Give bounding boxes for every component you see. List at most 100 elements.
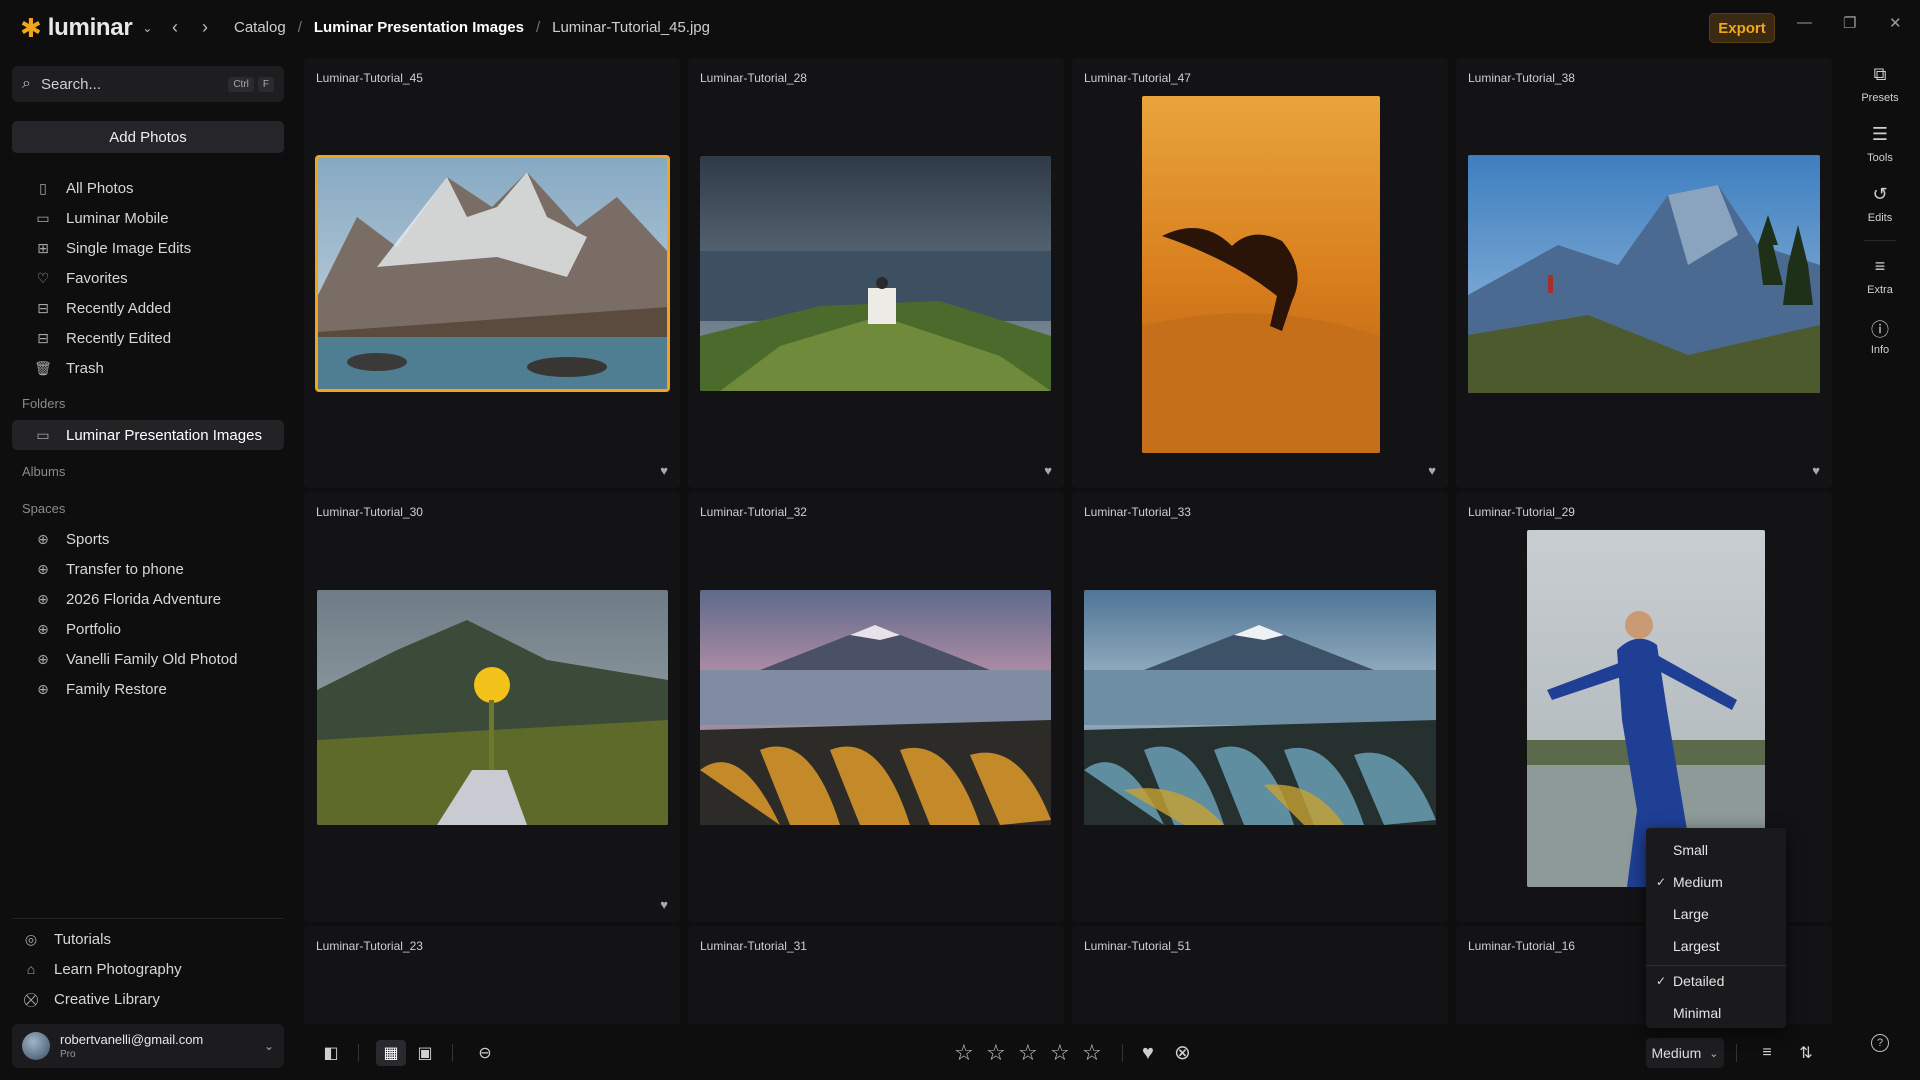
breadcrumb-file[interactable]: Luminar-Tutorial_45.jpg <box>552 19 710 36</box>
sidebar-item-family-restore[interactable]: ⊕ Family Restore <box>12 674 284 704</box>
menu-item-detailed[interactable]: ✓ Detailed <box>1646 967 1786 995</box>
sidebar-item-creative-library[interactable]: ⛒ Creative Library <box>12 984 284 1014</box>
photo-thumbnail[interactable] <box>700 156 1051 391</box>
photos-icon: ▯ <box>39 179 47 196</box>
globe-icon: ⊕ <box>37 650 49 667</box>
filter-circle-icon[interactable]: ⊖ <box>470 1040 500 1066</box>
sidebar-item-single-image-edits[interactable]: ⊞ Single Image Edits <box>12 233 284 263</box>
photo-thumbnail[interactable] <box>1468 155 1820 393</box>
breadcrumb-catalog[interactable]: Catalog <box>234 19 286 36</box>
menu-item-small[interactable]: Small <box>1646 836 1786 864</box>
photo-card[interactable]: Luminar-Tutorial_33 <box>1072 492 1448 922</box>
restore-icon[interactable]: ❐ <box>1843 14 1856 32</box>
rail-tools[interactable]: ☰ Tools <box>1840 124 1920 164</box>
globe-icon: ⊕ <box>37 680 49 697</box>
sidebar-item-recently-added[interactable]: ⊟ Recently Added <box>12 293 284 323</box>
account-switcher[interactable]: robertvanelli@gmail.com Pro ⌄ <box>12 1024 284 1068</box>
photo-name: Luminar-Tutorial_30 <box>316 505 423 519</box>
spaces-heading[interactable]: Spaces <box>22 501 65 516</box>
rail-presets[interactable]: ⧉ Presets <box>1840 64 1920 104</box>
sort-icon[interactable]: ⇅ <box>1793 1040 1819 1066</box>
albums-heading[interactable]: Albums <box>22 464 65 479</box>
sidebar-item-luminar-presentation-images[interactable]: ▭ Luminar Presentation Images <box>12 420 284 450</box>
photo-thumbnail[interactable] <box>315 155 670 392</box>
sidebar-item-recently-edited[interactable]: ⊟ Recently Edited <box>12 323 284 353</box>
star-rating-1[interactable]: ☆ <box>954 1040 974 1066</box>
chevron-down-icon: ⌄ <box>142 21 153 35</box>
favorite-toggle-icon[interactable]: ♥ <box>1142 1040 1154 1066</box>
star-rating-5[interactable]: ☆ <box>1082 1040 1102 1066</box>
forward-arrow-icon[interactable]: › <box>202 17 208 37</box>
photo-card[interactable]: Luminar-Tutorial_30 ♥ <box>304 492 680 922</box>
menu-item-minimal[interactable]: Minimal <box>1646 999 1786 1027</box>
favorite-icon[interactable]: ♥ <box>660 897 668 912</box>
sun-logo-icon: ✱ <box>20 13 42 43</box>
sidebar-item-sports[interactable]: ⊕ Sports <box>12 524 284 554</box>
photo-card[interactable]: Luminar-Tutorial_31 <box>688 926 1064 1024</box>
photo-card[interactable]: Luminar-Tutorial_51 <box>1072 926 1448 1024</box>
sidebar-toggle-icon[interactable]: ◧ <box>316 1040 346 1066</box>
breadcrumb-folder[interactable]: Luminar Presentation Images <box>314 19 524 36</box>
photo-card[interactable]: Luminar-Tutorial_32 <box>688 492 1064 922</box>
check-icon: ✓ <box>1656 875 1667 889</box>
sidebar-item-2026-florida-adventure[interactable]: ⊕ 2026 Florida Adventure <box>12 584 284 614</box>
sidebar-item-tutorials[interactable]: ◎ Tutorials <box>12 924 284 954</box>
graduation-icon: ⌂ <box>26 961 36 977</box>
menu-divider <box>1646 965 1786 966</box>
folders-heading[interactable]: Folders <box>22 396 65 411</box>
add-photos-button[interactable]: Add Photos <box>12 121 284 153</box>
rail-edits[interactable]: ↺ Edits <box>1840 184 1920 224</box>
list-icon: ≡ <box>1874 256 1886 276</box>
sidebar-item-trash[interactable]: 🗑 Trash <box>12 353 284 383</box>
mobile-icon: ▭ <box>36 209 50 226</box>
star-rating-4[interactable]: ☆ <box>1050 1040 1070 1066</box>
help-icon[interactable]: ? <box>1871 1034 1889 1052</box>
thumbnail-size-select[interactable]: Medium ⌄ <box>1646 1038 1724 1068</box>
photo-card[interactable]: Luminar-Tutorial_28 ♥ <box>688 58 1064 488</box>
single-view-icon[interactable]: ▣ <box>410 1040 440 1066</box>
photo-card[interactable]: Luminar-Tutorial_47 ♥ <box>1072 58 1448 488</box>
star-rating-2[interactable]: ☆ <box>986 1040 1006 1066</box>
photo-name: Luminar-Tutorial_47 <box>1084 71 1191 85</box>
app-logo[interactable]: ✱ luminar ⌄ <box>20 14 152 42</box>
favorite-icon[interactable]: ♥ <box>1812 463 1820 478</box>
favorite-icon[interactable]: ♥ <box>1044 463 1052 478</box>
sidebar-item-favorites[interactable]: ♡ Favorites <box>12 263 284 293</box>
photo-thumbnail[interactable] <box>1084 590 1436 825</box>
export-button[interactable]: Export <box>1709 13 1775 43</box>
filter-lines-icon[interactable]: ≡ <box>1754 1040 1780 1066</box>
breadcrumb: Catalog / Luminar Presentation Images / … <box>234 19 710 36</box>
menu-item-medium[interactable]: ✓ Medium <box>1646 868 1786 896</box>
check-icon: ✓ <box>1656 974 1667 988</box>
photo-thumbnail[interactable] <box>1142 96 1380 453</box>
grid-view-icon[interactable]: ▦ <box>376 1040 406 1066</box>
sidebar-item-portfolio[interactable]: ⊕ Portfolio <box>12 614 284 644</box>
shortcut-ctrl: Ctrl <box>228 76 254 92</box>
menu-item-large[interactable]: Large <box>1646 900 1786 928</box>
photo-card[interactable]: Luminar-Tutorial_38 ♥ <box>1456 58 1832 488</box>
reject-icon[interactable]: ⊗ <box>1174 1040 1191 1066</box>
close-icon[interactable]: ✕ <box>1889 14 1902 32</box>
heart-icon: ♡ <box>36 269 50 286</box>
sidebar-item-learn-photography[interactable]: ⌂ Learn Photography <box>12 954 284 984</box>
rail-extra[interactable]: ≡ Extra <box>1840 256 1920 296</box>
menu-item-largest[interactable]: Largest <box>1646 932 1786 960</box>
thumbnail-size-value: Medium <box>1651 1045 1702 1061</box>
favorite-icon[interactable]: ♥ <box>660 463 668 478</box>
sidebar-item-all-photos[interactable]: ▯ All Photos <box>12 173 284 203</box>
photo-card[interactable]: Luminar-Tutorial_45 ♥ <box>304 58 680 488</box>
photo-card[interactable]: Luminar-Tutorial_23 <box>304 926 680 1024</box>
info-icon: ⓘ <box>1871 320 1889 340</box>
search-input[interactable]: ⌕ Search... Ctrl F <box>12 66 284 102</box>
back-arrow-icon[interactable]: ‹ <box>172 17 178 37</box>
rail-info[interactable]: ⓘ Info <box>1840 316 1920 356</box>
sidebar-item-transfer-to-phone[interactable]: ⊕ Transfer to phone <box>12 554 284 584</box>
photo-thumbnail[interactable] <box>700 590 1051 825</box>
favorite-icon[interactable]: ♥ <box>1428 463 1436 478</box>
minimize-icon[interactable]: — <box>1797 14 1812 31</box>
sidebar-item-luminar-mobile[interactable]: ▭ Luminar Mobile <box>12 203 284 233</box>
sidebar-item-vanelli-family[interactable]: ⊕ Vanelli Family Old Photod <box>12 644 284 674</box>
star-rating-3[interactable]: ☆ <box>1018 1040 1038 1066</box>
search-icon: ⌕ <box>22 75 31 92</box>
photo-thumbnail[interactable] <box>317 590 668 825</box>
